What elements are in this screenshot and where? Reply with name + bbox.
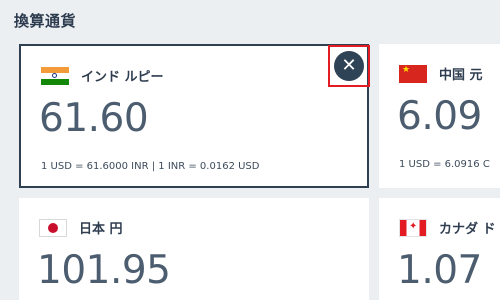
- exchange-rate: 1.07: [397, 248, 482, 293]
- conversion-text: 1 USD = 6.0916 C: [399, 159, 490, 170]
- conversion-text: 1 USD = 61.6000 INR | 1 INR = 0.0162 USD: [41, 161, 260, 172]
- card-header: インド ルピー: [41, 66, 164, 85]
- currency-name: 中国 元: [439, 68, 483, 83]
- currency-card-cny[interactable]: 中国 元 6.09 1 USD = 6.0916 C: [379, 44, 500, 188]
- currency-name: カナダ ド: [439, 222, 496, 237]
- card-header: 中国 元: [399, 64, 483, 83]
- card-header: 日本 円: [39, 218, 123, 237]
- close-icon: ✕: [341, 55, 357, 76]
- india-flag-icon: [41, 66, 69, 85]
- currency-card-inr[interactable]: インド ルピー 61.60 1 USD = 61.6000 INR | 1 IN…: [19, 44, 369, 188]
- exchange-rate: 61.60: [39, 96, 149, 141]
- page-title: 換算通貨: [14, 12, 77, 30]
- exchange-rate: 101.95: [37, 248, 171, 293]
- japan-flag-icon: [39, 218, 67, 237]
- currency-name: インド ルピー: [81, 70, 164, 85]
- canada-flag-icon: [399, 218, 427, 237]
- exchange-rate: 6.09: [397, 94, 482, 139]
- remove-card-button[interactable]: ✕: [334, 51, 364, 81]
- card-header: カナダ ド: [399, 218, 496, 237]
- currency-name: 日本 円: [79, 222, 123, 237]
- china-flag-icon: [399, 64, 427, 83]
- currency-card-cad[interactable]: カナダ ド 1.07: [379, 198, 500, 300]
- currency-card-jpy[interactable]: 日本 円 101.95: [19, 198, 369, 300]
